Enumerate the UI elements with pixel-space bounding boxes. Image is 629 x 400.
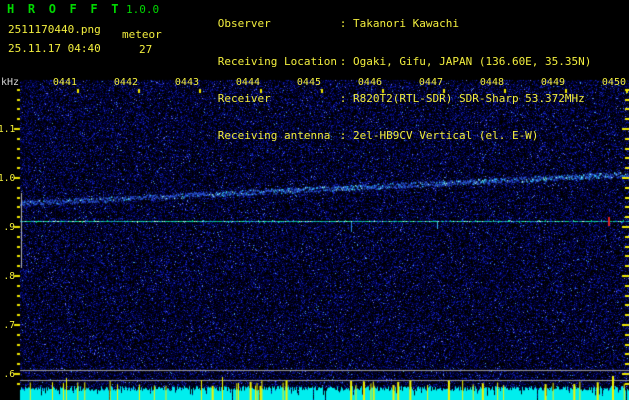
datetime-label: 25.11.17 04:40 (8, 42, 101, 55)
freq-tick-label: 1.1 (0, 124, 16, 135)
time-tick-label: 0444 (235, 77, 260, 88)
info-value: R820T2(RTL-SDR) SDR-Sharp 53.372MHz (353, 91, 585, 105)
info-colon: : (339, 54, 353, 68)
mode-label: meteor (122, 28, 162, 41)
info-label: Receiver (217, 91, 271, 105)
freq-tick-label: .7 (3, 320, 15, 331)
freq-tick-label: .9 (3, 222, 15, 233)
info-label: Receiving Location (217, 54, 337, 68)
time-tick-label: 0448 (479, 77, 504, 88)
freq-tick-label: 1.0 (0, 173, 16, 184)
info-row-location: Receiving Location: Ogaki, Gifu, JAPAN (… (178, 43, 592, 80)
output-filename: 2511170440.png (8, 23, 101, 36)
freq-unit-label: kHz (1, 77, 20, 88)
time-tick-label: 0450 (601, 77, 626, 88)
time-tick-label: 0449 (540, 77, 565, 88)
info-row-observer: Observer: Takanori Kawachi (178, 6, 591, 43)
info-value: 2el-HB9CV Vertical (el. E-W) (353, 129, 539, 143)
info-colon: : (339, 91, 353, 105)
time-tick-label: 0442 (113, 77, 138, 88)
time-tick-label: 0447 (418, 77, 443, 88)
time-tick-label: 0445 (296, 77, 321, 88)
app-version: 1.0.0 (126, 3, 160, 16)
info-label: Observer (217, 17, 271, 31)
freq-tick-label: .8 (3, 271, 15, 282)
info-colon: : (339, 17, 353, 31)
info-colon: : (339, 129, 353, 143)
meteor-count: 27 (139, 43, 153, 56)
info-value: Ogaki, Gifu, JAPAN (136.60E, 35.35N) (353, 54, 592, 68)
time-tick-label: 0441 (52, 77, 77, 88)
hrofft-screen: H R O F F T 1.0.0 2511170440.png meteor … (0, 0, 629, 400)
freq-tick-label: .6 (3, 369, 15, 380)
info-value: Takanori Kawachi (353, 17, 459, 31)
app-title: H R O F F T (7, 2, 122, 16)
info-label: Receiving antenna (217, 129, 331, 143)
time-tick-label: 0446 (357, 77, 382, 88)
time-tick-label: 0443 (174, 77, 199, 88)
info-row-antenna: Receiving antenna: 2el-HB9CV Vertical (e… (178, 118, 591, 155)
